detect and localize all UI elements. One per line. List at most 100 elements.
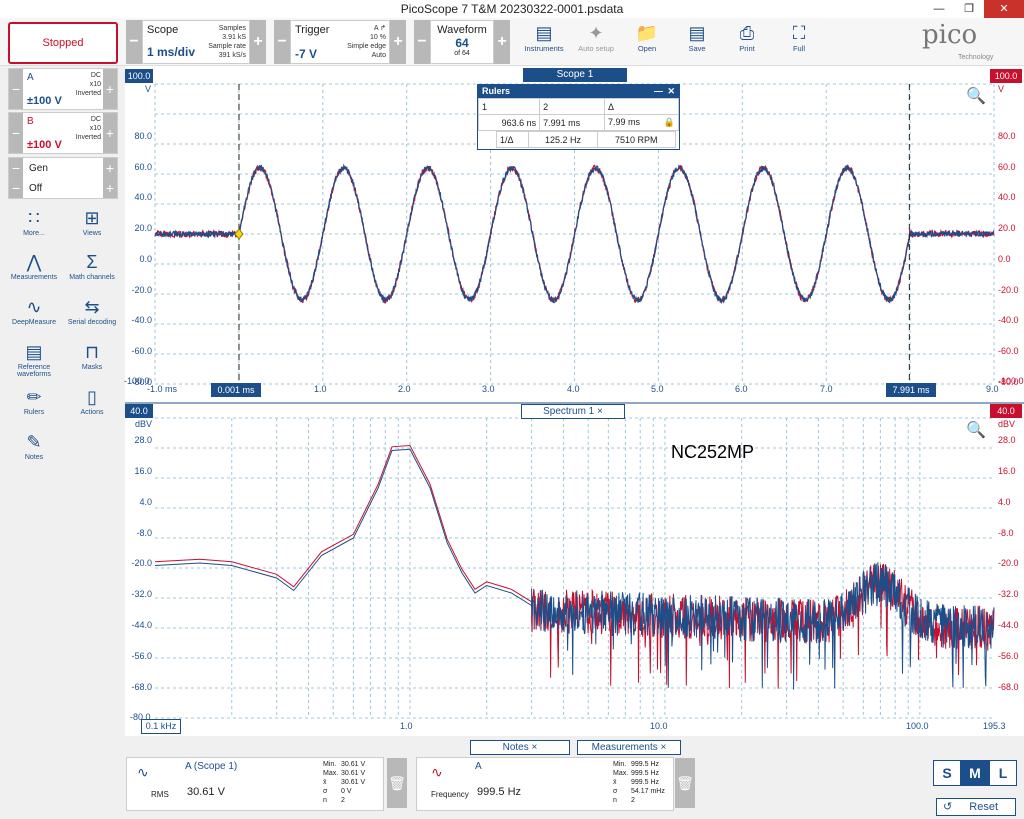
reference-icon: ▤ xyxy=(6,340,62,364)
trigger-level[interactable]: -7 V xyxy=(295,47,317,61)
channel-a-range[interactable]: ±100 V xyxy=(27,95,62,107)
scope-range-right[interactable]: 100.0 xyxy=(990,69,1022,83)
ruler-2-label[interactable]: 7.991 ms xyxy=(886,383,936,397)
channel-b-plus-button[interactable]: + xyxy=(103,113,117,153)
waveform-next-button[interactable]: + xyxy=(494,20,510,64)
scope-zoom-icon[interactable]: 🔍 xyxy=(966,86,986,106)
spectrum-ytick-right: -32.0 xyxy=(998,589,1019,599)
waveform-control: Waveform 64 of 64 xyxy=(430,20,494,64)
spectrum-range-left[interactable]: 40.0 xyxy=(125,404,153,418)
tab-spectrum-1[interactable]: Spectrum 1 × xyxy=(521,404,625,419)
plot-area xyxy=(125,66,1024,736)
ruler-1-value: 963.6 ns xyxy=(479,115,540,131)
waveform-prev-button[interactable]: − xyxy=(414,20,430,64)
spectrum-unit-right: dBV xyxy=(998,419,1015,429)
ruler-2-value: 7.991 ms xyxy=(540,115,605,131)
print-button[interactable]: ⎙ Print xyxy=(724,22,770,53)
close-tab-icon[interactable]: × xyxy=(661,742,667,753)
trigger-plus-button[interactable]: + xyxy=(390,20,406,64)
channel-b-control[interactable]: − B ±100 V DC x10 Inverted + xyxy=(8,112,118,154)
fullscreen-icon: ⛶ xyxy=(776,22,822,44)
spectrum-x-start[interactable]: 0.1 kHz xyxy=(141,719,181,734)
generator-control[interactable]: − − Gen Off + + xyxy=(8,157,118,199)
delete-measurement-button[interactable]: 🗑 xyxy=(387,758,407,808)
scope-ytick-left: -60.0 xyxy=(131,345,152,357)
channel-a-minus-button[interactable]: − xyxy=(9,69,23,109)
waveform-number[interactable]: 64 xyxy=(431,36,493,50)
close-icon[interactable]: ✕ xyxy=(984,0,1024,18)
tab-notes[interactable]: Notes × xyxy=(470,740,570,755)
deepmeasure-button[interactable]: ∿ DeepMeasure xyxy=(6,295,62,326)
gen-off-minus-button[interactable]: − xyxy=(9,178,23,198)
open-button[interactable]: 📁 Open xyxy=(624,22,670,53)
size-selector: SML xyxy=(933,760,1017,786)
size-s-button[interactable]: S xyxy=(933,760,961,786)
channel-a-control[interactable]: − A ±100 V DC x10 Inverted + xyxy=(8,68,118,110)
timebase-plus-button[interactable]: + xyxy=(250,20,266,64)
timebase-minus-button[interactable]: − xyxy=(126,20,142,64)
plot-canvas[interactable] xyxy=(125,66,1024,736)
auto-setup-button[interactable]: ✦ Auto setup xyxy=(572,22,620,53)
gen-plus-button[interactable]: + xyxy=(103,158,117,178)
spectrum-ytick-left: -8.0 xyxy=(136,528,152,538)
tab-scope-1[interactable]: Scope 1 xyxy=(523,68,627,82)
instruments-button[interactable]: ▤ Instruments xyxy=(520,22,568,53)
scope-xtick: 1.0 xyxy=(314,384,327,394)
size-l-button[interactable]: L xyxy=(989,760,1017,786)
scope-xtick: 6.0 xyxy=(735,384,748,394)
minimize-icon[interactable]: — xyxy=(924,0,954,18)
ruler-1-label[interactable]: 0.001 ms xyxy=(211,383,261,397)
channel-a-plus-button[interactable]: + xyxy=(103,69,117,109)
save-button[interactable]: ▤ Save xyxy=(674,22,720,53)
reset-button[interactable]: ↺ Reset xyxy=(936,798,1016,816)
measurement-card[interactable]: ∿ RMS A (Scope 1) 30.61 V Min. Max. x̄ σ n 3… xyxy=(126,757,384,811)
close-panel-icon[interactable]: ✕ xyxy=(667,85,675,98)
minimize-panel-icon[interactable]: — xyxy=(654,85,663,98)
rulers-freq-table: 1/Δ 125.2 Hz 7510 RPM xyxy=(496,131,676,148)
run-stop-button[interactable]: Stopped xyxy=(8,22,118,64)
frequency-icon: ∿ xyxy=(431,764,443,781)
timebase-value[interactable]: 1 ms/div xyxy=(147,45,195,59)
spectrum-ytick-left: -20.0 xyxy=(131,558,152,568)
views-icon: ⊞ xyxy=(64,206,120,230)
trigger-channel: A xyxy=(374,25,378,32)
serial-icon: ⇆ xyxy=(64,295,120,319)
spectrum-range-right[interactable]: 40.0 xyxy=(990,404,1022,418)
sample-rate-value: 391 kS/s xyxy=(208,51,246,60)
notes-button[interactable]: ✎ Notes xyxy=(6,430,62,461)
spectrum-ytick-left: 4.0 xyxy=(139,497,152,507)
serial-decoding-button[interactable]: ⇆ Serial decoding xyxy=(64,295,120,326)
measurement-stats: 30.61 V 30.61 V 30.61 V0 V2 xyxy=(341,760,365,805)
spectrum-ytick-left: -32.0 xyxy=(131,589,152,599)
close-tab-icon[interactable]: × xyxy=(532,742,538,753)
close-tab-icon[interactable]: × xyxy=(597,406,603,417)
math-channels-button[interactable]: Σ Math channels xyxy=(64,250,120,281)
measurement-title: A (Scope 1) xyxy=(185,761,237,772)
masks-button[interactable]: ⊓ Masks xyxy=(64,340,120,371)
size-m-button[interactable]: M xyxy=(961,760,989,786)
gen-off-plus-button[interactable]: + xyxy=(103,178,117,198)
spectrum-unit-left: dBV xyxy=(135,419,152,429)
scope-range-left[interactable]: 100.0 xyxy=(125,69,153,83)
measurement-stat-labels: Min. Max. x̄ σ n xyxy=(323,760,338,805)
reference-waveforms-button[interactable]: ▤ Reference waveforms xyxy=(6,340,62,378)
delete-measurement-button[interactable]: 🗑 xyxy=(675,758,695,808)
spectrum-zoom-icon[interactable]: 🔍 xyxy=(966,420,986,440)
scope-ytick-left: 80.0 xyxy=(134,130,152,142)
views-button[interactable]: ⊞ Views xyxy=(64,206,120,237)
trigger-minus-button[interactable]: − xyxy=(274,20,290,64)
channel-b-range[interactable]: ±100 V xyxy=(27,139,62,151)
full-screen-button[interactable]: ⛶ Full xyxy=(776,22,822,53)
channel-b-minus-button[interactable]: − xyxy=(9,113,23,153)
gen-minus-button[interactable]: − xyxy=(9,158,23,178)
restore-icon[interactable]: ❐ xyxy=(954,0,984,18)
tab-measurements[interactable]: Measurements × xyxy=(577,740,681,755)
wand-icon: ✦ xyxy=(572,22,620,44)
measurements-button[interactable]: ⋀ Measurements xyxy=(6,250,62,281)
scope-ytick-left: 20.0 xyxy=(134,222,152,234)
more-button[interactable]: ∷ More... xyxy=(6,206,62,237)
lock-icon[interactable]: 🔒 xyxy=(664,117,675,128)
measurement-card[interactable]: ∿ Frequency A 999.5 Hz Min. Max. x̄ σ n 999.… xyxy=(416,757,674,811)
trigger-pretrigger: 10 % xyxy=(347,33,386,42)
scope-ytick-right: -60.0 xyxy=(998,345,1019,357)
